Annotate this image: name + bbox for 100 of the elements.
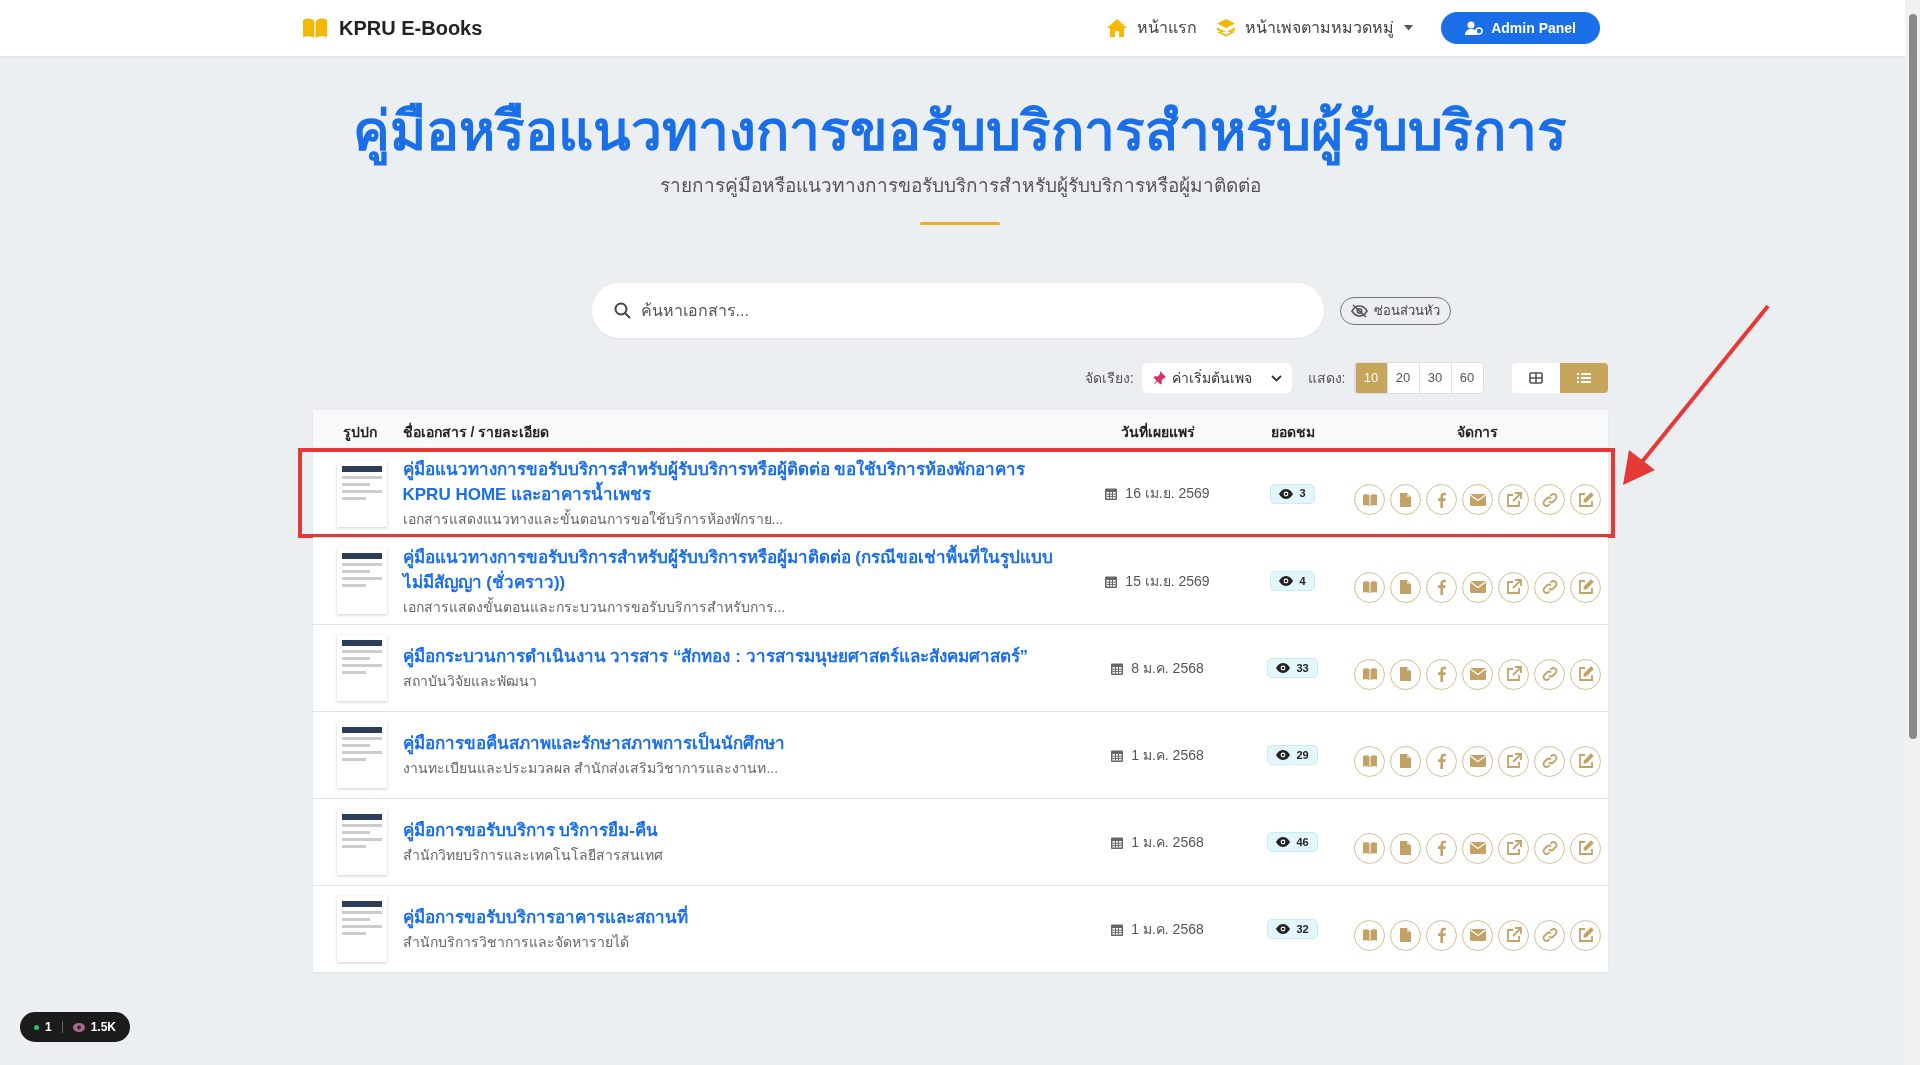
facebook-share-button[interactable] [1426,832,1457,864]
read-button[interactable] [1354,745,1385,777]
email-share-button[interactable] [1462,919,1493,951]
pdf-button[interactable] [1390,745,1421,777]
read-button[interactable] [1354,484,1385,515]
facebook-icon [1437,666,1446,682]
admin-panel-button[interactable]: Admin Panel [1441,12,1600,44]
edit-button[interactable] [1570,745,1601,777]
external-link-icon [1505,491,1522,508]
eye-icon [72,1022,85,1032]
book-icon [1361,667,1378,681]
grid-view-button[interactable] [1511,363,1560,393]
pdf-file-icon [1399,491,1412,508]
copy-link-button[interactable] [1534,832,1565,864]
email-share-button[interactable] [1462,484,1493,515]
nav-link[interactable]: หน้าแรก [1137,16,1198,40]
email-share-button[interactable] [1462,571,1493,603]
page-size-option[interactable]: 60 [1450,363,1483,393]
link-icon [1541,840,1558,856]
cover-thumbnail[interactable] [336,809,387,875]
document-title-link[interactable]: คู่มือการขอรับบริการ บริการยืม-คืน [402,818,1058,843]
eye-icon [1279,488,1294,499]
open-link-button[interactable] [1498,745,1529,777]
grid-icon [1528,372,1543,384]
edit-button[interactable] [1570,484,1601,515]
pdf-button[interactable] [1390,658,1421,690]
publish-date: 15 เม.ย. 2569 [1125,571,1210,591]
book-icon [1361,928,1378,942]
calendar-icon [1111,748,1124,762]
cover-thumbnail[interactable] [336,635,387,701]
cover-thumbnail[interactable] [336,896,387,962]
search-input[interactable]: ค้นหาเอกสาร... [640,298,1302,323]
facebook-share-button[interactable] [1426,571,1457,603]
cover-thumbnail[interactable] [336,722,387,788]
read-button[interactable] [1354,919,1385,951]
document-title-link[interactable]: คู่มือแนวทางการขอรับบริการสำหรับผู้รับบริการหรือผู้มาติดต่อ (กรณีขอเช่าพื้นที่ในรูปแบบไม่มีสัญญา (ชั่วคราว)) [402,544,1058,595]
eye-icon [1279,576,1294,586]
view-count-badge: 32 [1267,919,1318,939]
copy-link-button[interactable] [1534,571,1565,603]
edit-icon [1577,840,1594,856]
read-button[interactable] [1354,658,1385,690]
publish-date: 1 ม.ค. 2568 [1131,832,1204,852]
copy-link-button[interactable] [1534,484,1565,515]
facebook-share-button[interactable] [1426,484,1457,515]
page-size-option[interactable]: 30 [1418,363,1451,393]
cover-thumbnail[interactable] [336,460,387,527]
sort-label: จัดเรียง: [1084,368,1134,388]
search-bar[interactable]: ค้นหาเอกสาร... [591,283,1324,338]
hide-header-button[interactable]: ซ่อนส่วนหัว [1339,296,1451,325]
email-share-button[interactable] [1462,832,1493,864]
link-icon [1541,579,1558,595]
edit-icon [1577,753,1594,769]
document-title-link[interactable]: คู่มือการขอรับบริการอาคารและสถานที่ [402,905,1058,930]
column-header: วันที่เผยแพร่ [1120,424,1195,440]
book-icon [1361,492,1378,507]
read-button[interactable] [1354,832,1385,864]
email-share-button[interactable] [1462,658,1493,690]
sort-dropdown[interactable]: ค่าเริ่มต้นเพจ [1141,363,1292,393]
facebook-icon [1437,927,1446,943]
open-link-button[interactable] [1498,571,1529,603]
list-view-button[interactable] [1559,363,1608,393]
link-icon [1541,753,1558,769]
copy-link-button[interactable] [1534,745,1565,777]
envelope-icon [1469,929,1486,941]
calendar-icon [1111,835,1124,849]
document-title-link[interactable]: คู่มือแนวทางการขอรับบริการสำหรับผู้รับบริการหรือผู้ติดต่อ ขอใช้บริการห้องพักอาคาร KPRU HOME และอาคารน้ำเพชร [402,457,1058,507]
copy-link-button[interactable] [1534,919,1565,951]
facebook-share-button[interactable] [1426,919,1457,951]
calendar-icon [1111,922,1124,936]
eye-icon [1276,750,1291,760]
nav-link[interactable]: หน้าเพจตามหมวดหมู่ [1245,16,1395,40]
document-title-link[interactable]: คู่มือการขอคืนสภาพและรักษาสภาพการเป็นนักศึกษา [402,731,1058,756]
email-share-button[interactable] [1462,745,1493,777]
document-title-link[interactable]: คู่มือกระบวนการดำเนินงาน วารสาร “สักทอง : วารสารมนุษยศาสตร์และสังคมศาสตร์” [402,644,1058,669]
facebook-icon [1437,491,1446,508]
edit-button[interactable] [1570,658,1601,690]
edit-button[interactable] [1570,571,1601,603]
facebook-share-button[interactable] [1426,658,1457,690]
pdf-button[interactable] [1390,484,1421,515]
document-description: สถาบันวิจัยและพัฒนา [402,672,538,691]
total-views: 1.5K [90,1019,117,1036]
list-icon [1576,372,1591,384]
view-count-badge: 46 [1267,832,1318,852]
brand-link[interactable]: KPRU E-Books [339,13,483,43]
eye-icon [1276,924,1291,934]
open-link-button[interactable] [1498,484,1529,515]
edit-icon [1577,579,1594,595]
open-link-button[interactable] [1498,919,1529,951]
edit-button[interactable] [1570,832,1601,864]
pdf-button[interactable] [1390,571,1421,603]
pdf-button[interactable] [1390,832,1421,864]
pdf-button[interactable] [1390,919,1421,951]
open-link-button[interactable] [1498,832,1529,864]
cover-thumbnail[interactable] [336,548,387,614]
edit-button[interactable] [1570,919,1601,951]
page-size-option[interactable]: 20 [1386,363,1419,393]
open-link-button[interactable] [1498,658,1529,690]
read-button[interactable] [1354,571,1385,603]
facebook-share-button[interactable] [1426,745,1457,777]
copy-link-button[interactable] [1534,658,1565,690]
